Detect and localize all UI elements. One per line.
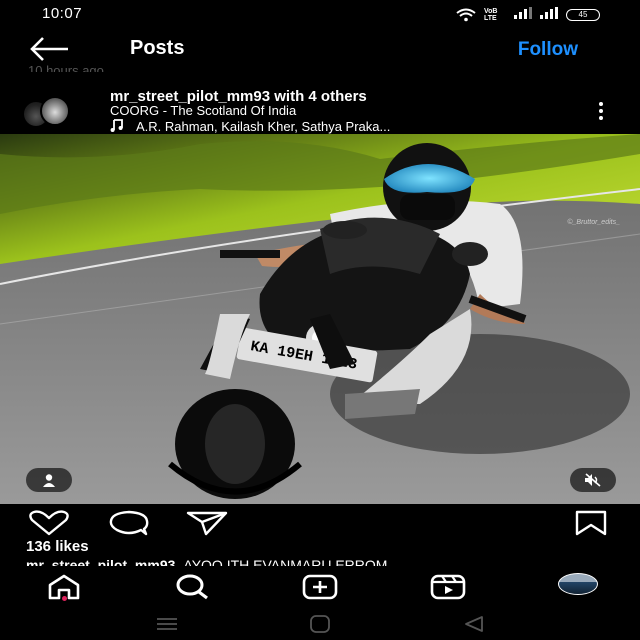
search-icon[interactable]: [172, 572, 212, 602]
notification-dot: [62, 596, 67, 601]
post-actions: [0, 506, 640, 542]
signal-icon: [514, 6, 532, 24]
avatar-secondary: [40, 96, 70, 126]
bottom-navigation: [0, 566, 640, 608]
audio-track[interactable]: A.R. Rahman, Kailash Kher, Sathya Praka.…: [110, 118, 390, 135]
audio-label: A.R. Rahman, Kailash Kher, Sathya Praka.…: [136, 119, 391, 134]
status-bar: 10:07 VoB LTE 45: [0, 0, 640, 28]
follow-button[interactable]: Follow: [518, 39, 578, 61]
post-image[interactable]: KA 19EH 1123 ©_Bruttor_edits_: [0, 134, 640, 504]
wifi-icon: [456, 8, 476, 22]
recents-icon[interactable]: [155, 615, 179, 638]
plus-square-icon[interactable]: [300, 572, 340, 602]
motorcycle-photo: KA 19EH 1123: [0, 134, 640, 504]
mute-button[interactable]: [570, 468, 616, 492]
signal-icon-2: [540, 6, 558, 24]
battery-indicator: 45: [566, 9, 600, 21]
status-time: 10:07: [42, 5, 83, 22]
post-location[interactable]: COORG - The Scotland Of India: [110, 103, 296, 118]
likes-count[interactable]: 136 likes: [26, 538, 89, 555]
back-triangle-icon[interactable]: [462, 615, 486, 638]
system-navigation-bar: [0, 608, 640, 640]
heart-icon[interactable]: [28, 510, 70, 541]
caption-username[interactable]: mr_street_pilot_mm93: [26, 557, 175, 566]
page-title: Posts: [130, 37, 185, 59]
status-icons: VoB LTE 45: [456, 6, 600, 24]
profile-avatar[interactable]: [558, 573, 598, 595]
more-vertical-icon[interactable]: [598, 102, 604, 120]
collab-avatars[interactable]: [22, 96, 72, 128]
volte-label: VoB LTE: [484, 8, 498, 22]
volume-muted-icon: [584, 473, 602, 487]
bookmark-icon[interactable]: [574, 510, 608, 541]
watermark: ©_Bruttor_edits_: [567, 219, 620, 226]
previous-post-timestamp: 10 hours ago: [28, 63, 104, 72]
reels-icon[interactable]: [428, 572, 468, 602]
user-tags-button[interactable]: [26, 468, 72, 492]
send-icon[interactable]: [186, 510, 228, 541]
comment-icon[interactable]: [108, 510, 150, 541]
music-note-icon: [110, 118, 124, 135]
home-circle-icon[interactable]: [308, 615, 332, 638]
post-caption: mr_street_pilot_mm93 AYOO ITH EVANMARU ER…: [26, 556, 626, 566]
caption-text: AYOO ITH EVANMARU ERROM: [183, 557, 388, 566]
person-icon: [42, 473, 56, 487]
back-arrow-icon[interactable]: [28, 36, 72, 62]
post-header: mr_street_pilot_mm93 with 4 others COORG…: [0, 82, 640, 135]
